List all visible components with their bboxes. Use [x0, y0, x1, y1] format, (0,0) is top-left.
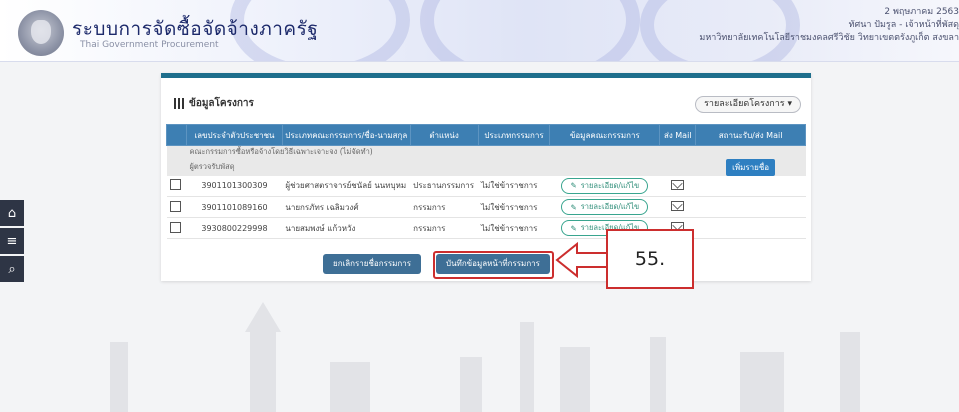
member-name: นายสมพงษ์ แก้วหวัง	[282, 217, 411, 239]
edit-icon: ✎	[570, 202, 577, 212]
step-callout: 55.	[606, 229, 694, 289]
site-subtitle: Thai Government Procurement	[80, 40, 219, 50]
column-header: ประเภทคณะกรรมการ/ชื่อ-นามสกุล	[281, 124, 411, 146]
user-name[interactable]: ทัศนา ปัมรูล - เจ้าหน้าที่พัสดุ	[699, 19, 959, 32]
panel-header: ข้อมูลโครงการ	[173, 96, 254, 111]
menu-button[interactable]: ≡	[0, 228, 24, 254]
edit-detail-button[interactable]: ✎ รายละเอียด/แก้ไข	[561, 177, 649, 194]
header-decoration	[420, 0, 640, 61]
member-type: ไม่ใช่ข้าราชการ	[478, 196, 550, 218]
sliders-icon	[173, 98, 185, 109]
add-member-button[interactable]: เพิ่มรายชื่อ	[726, 158, 776, 176]
row-checkbox[interactable]	[169, 179, 181, 191]
mail-icon[interactable]	[671, 201, 685, 211]
edit-detail-label: รายละเอียด/แก้ไข	[580, 180, 640, 190]
panel-title: ข้อมูลโครงการ	[189, 98, 254, 109]
member-position: กรรมการ	[410, 217, 479, 239]
responsible-label: ผู้ตรวจรับพัสดุ	[186, 158, 696, 176]
column-header: ข้อมูลคณะกรรมการ	[549, 124, 661, 146]
id-number: 3901101300309	[186, 175, 283, 197]
current-date: 2 พฤษภาคม 2563	[884, 7, 959, 17]
government-logo[interactable]	[18, 10, 64, 56]
member-position: กรรมการ	[410, 196, 479, 218]
member-type: ไม่ใช่ข้าราชการ	[478, 175, 550, 197]
project-panel: ข้อมูลโครงการ รายละเอียดโครงการ ▾ เลขประ…	[161, 73, 811, 281]
mail-icon[interactable]	[671, 179, 685, 190]
edit-detail-button[interactable]: ✎ รายละเอียด/แก้ไข	[561, 199, 649, 215]
member-name: นายกรภัทร เฉลิมวงศ์	[282, 196, 411, 218]
edit-detail-label: รายละเอียด/แก้ไข	[580, 202, 640, 211]
save-button-highlight	[433, 251, 554, 279]
user-agency: มหาวิทยาลัยเทคโนโลยีราชมงคลศรีวิชัย วิทย…	[699, 33, 959, 43]
home-button[interactable]: ⌂	[0, 200, 24, 226]
menu-icon: ≡	[6, 233, 18, 249]
column-header: ประเภทกรรมการ	[477, 124, 551, 146]
skyline-decoration	[110, 302, 860, 412]
search-button[interactable]: ⌕	[0, 256, 24, 282]
column-header	[166, 124, 187, 146]
project-detail-button[interactable]: รายละเอียดโครงการ ▾	[695, 96, 801, 113]
group-label: คณะกรรมการซื้อหรือจ้างโดยวิธีเฉพาะเจาะจง…	[186, 145, 806, 159]
table-row: 3901101089160 นายกรภัทร เฉลิมวงศ์ กรรมกา…	[166, 196, 806, 218]
site-header: ระบบการจัดซื้อจัดจ้างภาครัฐ Thai Governm…	[0, 0, 959, 62]
search-icon: ⌕	[8, 261, 16, 277]
member-position: ประธานกรรมการ	[410, 175, 479, 197]
cancel-members-button[interactable]: ยกเลิกรายชื่อกรรมการ	[323, 254, 422, 274]
id-number: 3930800229998	[186, 217, 283, 239]
edit-icon: ✎	[570, 181, 577, 191]
member-name: ผู้ช่วยศาสตราจารย์ชนัลย์ นนทบุหม	[282, 175, 411, 197]
table-row: 3930800229998 นายสมพงษ์ แก้วหวัง กรรมการ…	[166, 217, 806, 239]
group-row: คณะกรรมการซื้อหรือจ้างโดยวิธีเฉพาะเจาะจง…	[166, 145, 806, 159]
responsible-row: ผู้ตรวจรับพัสดุ เพิ่มรายชื่อ	[166, 158, 806, 176]
edit-icon: ✎	[570, 223, 577, 233]
home-icon: ⌂	[7, 205, 17, 221]
id-number: 3901101089160	[186, 196, 283, 218]
column-header: สถานะรับ/ส่ง Mail	[695, 124, 806, 146]
column-header: เลขประจำตัวประชาชน	[185, 124, 283, 146]
committee-table: เลขประจำตัวประชาชน ประเภทคณะกรรมการ/ชื่อ…	[166, 124, 806, 239]
row-checkbox[interactable]	[169, 221, 181, 233]
row-checkbox[interactable]	[169, 200, 181, 212]
user-info: 2 พฤษภาคม 2563 ทัศนา ปัมรูล - เจ้าหน้าที…	[699, 6, 959, 45]
column-header: ส่ง Mail	[659, 124, 697, 146]
column-header: ตำแหน่ง	[409, 124, 479, 146]
table-row: 3901101300309 ผู้ช่วยศาสตราจารย์ชนัลย์ น…	[166, 175, 806, 197]
member-type: ไม่ใช่ข้าราชการ	[478, 217, 550, 239]
